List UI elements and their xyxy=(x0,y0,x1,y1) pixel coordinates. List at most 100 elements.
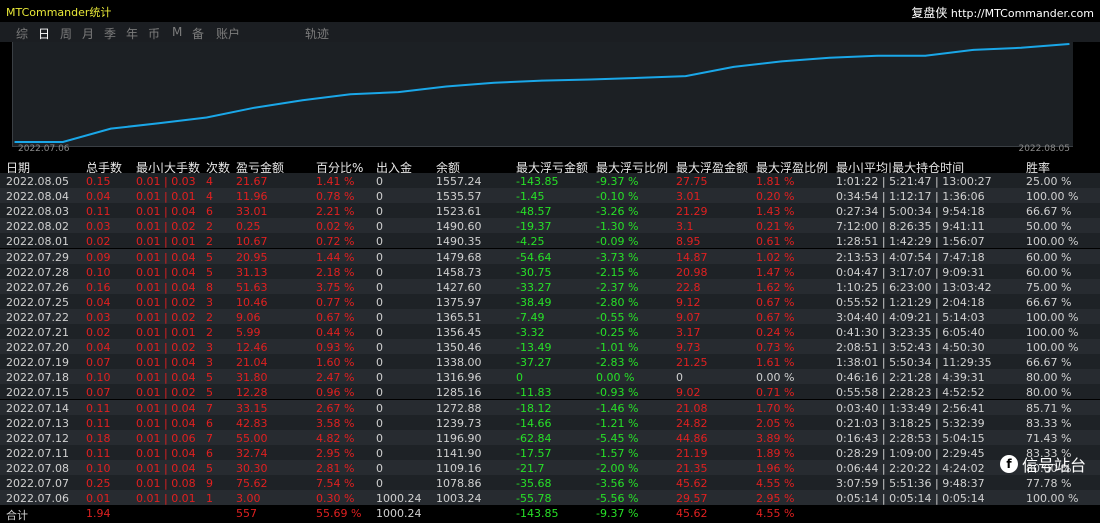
table-cell: 80.00 % xyxy=(1026,386,1072,400)
table-row[interactable]: 2022.07.12 0.18 0.01 | 0.06 7 55.00 4.82 % 0 11… xyxy=(0,429,1100,445)
table-row[interactable]: 2022.08.03 0.11 0.01 | 0.04 6 33.01 2.21 % 0 15… xyxy=(0,203,1100,219)
table-cell: 1338.00 xyxy=(436,356,482,370)
table-row[interactable]: 2022.07.14 0.11 0.01 | 0.04 7 33.15 2.67 % 0 12… xyxy=(0,399,1100,415)
table-cell: 60.00 % xyxy=(1026,265,1072,279)
equity-point xyxy=(876,55,879,57)
table-cell: -1.57 % xyxy=(596,446,639,460)
tab-6[interactable]: 币 xyxy=(148,25,160,42)
table-cell: 12.46 xyxy=(236,341,268,355)
table-cell: 1003.24 xyxy=(436,492,482,506)
tab-7[interactable]: M xyxy=(172,25,182,39)
table-cell: -1.30 % xyxy=(596,220,639,234)
table-cell: 45.62 xyxy=(676,507,708,521)
tab-5[interactable]: 年 xyxy=(126,25,138,42)
table-cell: 2022.07.15 xyxy=(6,386,69,400)
table-cell: 3.58 % xyxy=(316,416,355,430)
table-row[interactable]: 2022.07.07 0.25 0.01 | 0.08 9 75.62 7.54 % 0 10… xyxy=(0,475,1100,490)
table-cell: 3.00 xyxy=(236,492,261,506)
table-row[interactable]: 2022.07.19 0.07 0.01 | 0.04 3 21.04 1.60 % 0 13… xyxy=(0,354,1100,370)
table-cell: 0.93 % xyxy=(316,341,355,355)
table-row[interactable]: 2022.07.20 0.04 0.01 | 0.02 3 12.46 0.93 % 0 13… xyxy=(0,339,1100,355)
watermark: f 信号站台 xyxy=(999,452,1086,476)
table-cell: 0:16:43 | 2:28:53 | 5:04:15 xyxy=(836,431,985,445)
tab-10[interactable]: 轨迹 xyxy=(305,25,329,42)
table-cell: 3.89 % xyxy=(756,431,795,445)
table-row[interactable]: 2022.07.15 0.07 0.01 | 0.02 5 12.28 0.96 % 0 12… xyxy=(0,384,1100,400)
table-cell: 0.11 xyxy=(86,416,111,430)
table-cell: 3 xyxy=(206,341,213,355)
table-row[interactable]: 2022.07.21 0.02 0.01 | 0.01 2 5.99 0.44 % 0 135… xyxy=(0,324,1100,339)
table-cell: -14.66 xyxy=(516,416,552,430)
tab-8[interactable]: 备 xyxy=(192,25,204,42)
chart-end-date: 2022.08.05 xyxy=(1018,144,1070,154)
table-row[interactable]: 2022.08.05 0.15 0.01 | 0.03 4 21.67 1.41 % 0 15… xyxy=(0,173,1100,188)
tab-1[interactable]: 日 xyxy=(38,25,50,42)
table-cell: 24.82 xyxy=(676,416,708,430)
table-cell: -0.93 % xyxy=(596,386,639,400)
table-cell: 80.00 % xyxy=(1026,371,1072,385)
table-row[interactable]: 2022.07.11 0.11 0.01 | 0.04 6 32.74 2.95 % 0 11… xyxy=(0,444,1100,460)
tab-3[interactable]: 月 xyxy=(82,25,94,42)
table-cell: 21.19 xyxy=(676,446,708,460)
table-cell: 50.00 % xyxy=(1026,220,1072,234)
equity-point xyxy=(62,141,64,143)
brand-name: 复盘侠 xyxy=(911,6,948,20)
table-cell: 60.00 % xyxy=(1026,250,1072,264)
table-row[interactable]: 2022.08.01 0.02 0.01 | 0.01 2 10.67 0.72 % 0 14… xyxy=(0,233,1100,249)
table-row[interactable]: 2022.07.25 0.04 0.01 | 0.02 3 10.46 0.77 % 0 13… xyxy=(0,293,1100,309)
table-cell: 2022.08.03 xyxy=(6,205,69,219)
table-row[interactable]: 2022.07.26 0.16 0.01 | 0.04 8 51.63 3.75 % 0 14… xyxy=(0,278,1100,294)
table-cell: 0.77 % xyxy=(316,295,355,309)
table-cell: 2022.07.25 xyxy=(6,295,69,309)
table-cell: 4.82 % xyxy=(316,431,355,445)
table-cell: 11.96 xyxy=(236,190,268,204)
table-row[interactable]: 2022.07.22 0.03 0.01 | 0.02 2 9.06 0.67 % 0 136… xyxy=(0,308,1100,324)
table-cell: -62.84 xyxy=(516,431,552,445)
table-cell: 1078.86 xyxy=(436,477,482,490)
table-cell: 4 xyxy=(206,175,213,188)
equity-point xyxy=(253,106,256,109)
table-cell: 9.12 xyxy=(676,295,701,309)
table-row[interactable]: 2022.07.18 0.10 0.01 | 0.04 5 31.80 2.47 % 0 13… xyxy=(0,369,1100,385)
table-cell: 2022.07.26 xyxy=(6,280,69,294)
table-cell: 2022.07.19 xyxy=(6,356,69,370)
table-row[interactable]: 2022.07.06 0.01 0.01 | 0.01 1 3.00 0.30 % 1000… xyxy=(0,490,1100,506)
table-cell: 1239.73 xyxy=(436,416,482,430)
table-cell: 0.01 | 0.01 xyxy=(136,326,196,339)
table-row[interactable]: 2022.07.28 0.10 0.01 | 0.04 5 31.13 2.18 % 0 14… xyxy=(0,263,1100,279)
table-cell: 21.08 xyxy=(676,401,708,415)
table-cell: -3.73 % xyxy=(596,250,639,264)
table-cell: 0.03 xyxy=(86,310,111,324)
tab-2[interactable]: 周 xyxy=(60,25,72,42)
table-cell: 0:27:34 | 5:00:34 | 9:54:18 xyxy=(836,205,985,219)
tab-4[interactable]: 季 xyxy=(104,25,116,42)
table-cell: 1.96 % xyxy=(756,461,795,475)
table-row[interactable]: 2022.07.08 0.10 0.01 | 0.04 5 30.30 2.81 % 0 11… xyxy=(0,459,1100,475)
table-cell: -0.55 % xyxy=(596,310,639,324)
table-cell: 0:34:54 | 1:12:17 | 1:36:06 xyxy=(836,190,985,204)
table-row[interactable]: 2022.07.13 0.11 0.01 | 0.04 6 42.83 3.58 % 0 12… xyxy=(0,414,1100,430)
table-cell: 2022.07.22 xyxy=(6,310,69,324)
table-cell: 0 xyxy=(376,446,383,460)
table-cell: 0.01 | 0.04 xyxy=(136,461,196,475)
table-row[interactable]: 2022.08.02 0.03 0.01 | 0.02 2 0.25 0.02 % 0 149… xyxy=(0,218,1100,234)
table-cell: 21.29 xyxy=(676,205,708,219)
tab-0[interactable]: 综 xyxy=(16,25,28,42)
brand-link[interactable]: 复盘侠 http://MTCommander.com xyxy=(911,4,1094,21)
table-cell: 3 xyxy=(206,295,213,309)
table-cell: 75.00 % xyxy=(1026,280,1072,294)
table-cell: 1109.16 xyxy=(436,461,482,475)
tab-9[interactable]: 账户 xyxy=(216,25,240,42)
table-cell: 1000.24 xyxy=(376,492,422,506)
table-cell: 0.44 % xyxy=(316,326,355,339)
table-cell: -33.27 xyxy=(516,280,552,294)
table-cell: -17.57 xyxy=(516,446,552,460)
table-cell: 1.41 % xyxy=(316,175,355,188)
total-row[interactable]: 合计 1.94 557 55.69 % 1000.24 -143.85 -9.37 % 45.… xyxy=(0,505,1100,522)
table-cell: 1285.16 xyxy=(436,386,482,400)
table-row[interactable]: 2022.07.29 0.09 0.01 | 0.04 5 20.95 1.44 % 0 14… xyxy=(0,248,1100,264)
table-row[interactable]: 2022.08.04 0.04 0.01 | 0.01 4 11.96 0.78 % 0 15… xyxy=(0,188,1100,204)
table-cell: -3.32 xyxy=(516,326,545,339)
table-cell: 3.01 xyxy=(676,190,701,204)
table-cell: -2.15 % xyxy=(596,265,639,279)
